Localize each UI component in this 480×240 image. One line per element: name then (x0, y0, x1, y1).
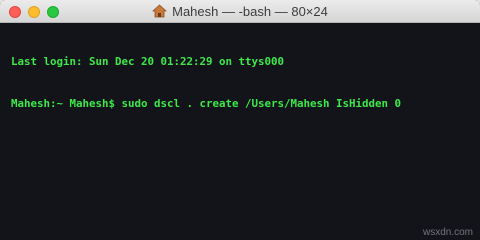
window-title: Mahesh — -bash — 80×24 (0, 0, 480, 22)
terminal-line-command: Mahesh:~ Mahesh$ sudo dscl . create /Use… (11, 97, 402, 110)
title-bar[interactable]: Mahesh — -bash — 80×24 (0, 0, 480, 23)
watermark: wsxdn.com (422, 227, 473, 238)
terminal-output[interactable]: Last login: Sun Dec 20 01:22:29 on ttys0… (0, 23, 480, 240)
terminal-window: Mahesh — -bash — 80×24 Last login: Sun D… (0, 0, 480, 240)
terminal-line-login: Last login: Sun Dec 20 01:22:29 on ttys0… (11, 55, 285, 68)
window-title-text: Mahesh — -bash — 80×24 (172, 3, 328, 19)
home-folder-icon (152, 4, 168, 18)
